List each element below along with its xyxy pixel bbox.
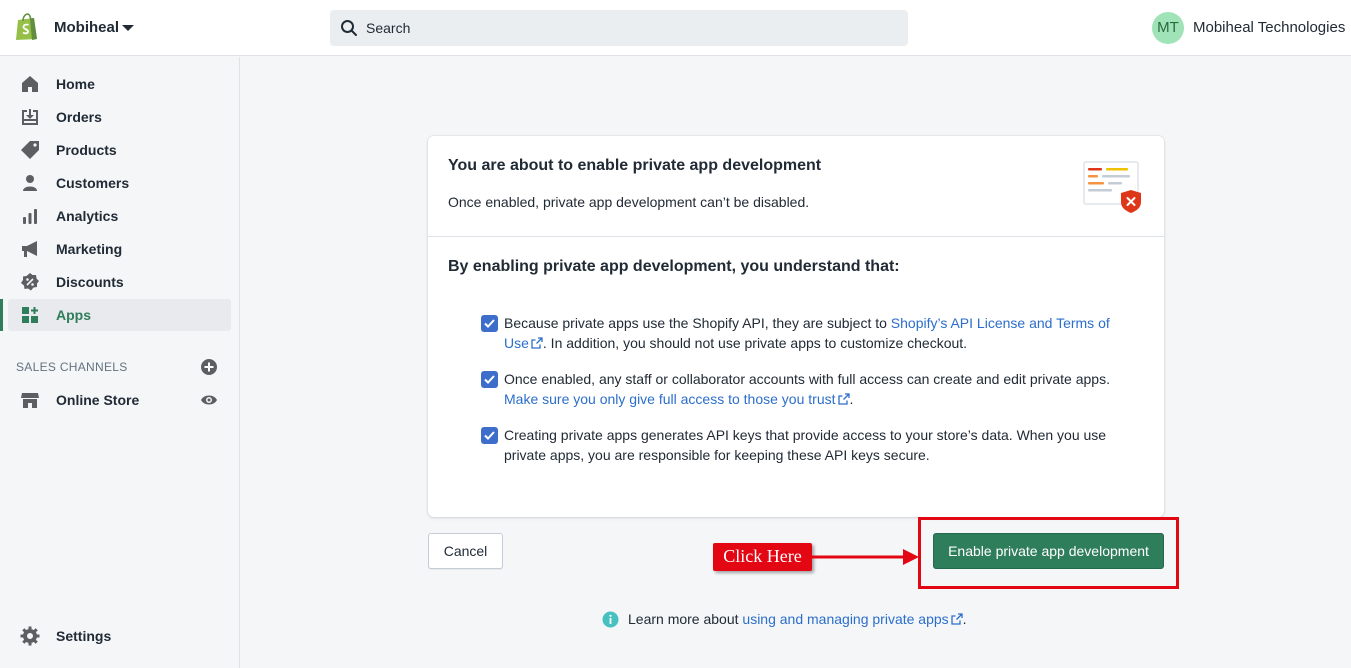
confirmation-card: You are about to enable private app deve… (428, 136, 1164, 517)
home-icon (22, 76, 38, 92)
sidebar-item-online-store[interactable]: Online Store (8, 384, 231, 416)
full-access-link[interactable]: Make sure you only give full access to t… (504, 391, 850, 407)
footer-text-after: . (962, 611, 967, 627)
sidebar-item-label: Products (56, 142, 117, 158)
checkmark-icon (484, 319, 495, 328)
search-icon (341, 20, 357, 36)
sidebar-item-label: Customers (56, 175, 130, 191)
checkbox-text: Creating private apps generates API keys… (504, 427, 1107, 463)
checkmark-icon (484, 431, 495, 440)
external-link-icon (837, 393, 850, 405)
sidebar-item-customers[interactable]: Customers (8, 167, 231, 199)
sidebar-item-home[interactable]: Home (8, 68, 231, 100)
sidebar-item-label: Analytics (56, 208, 119, 224)
checkbox-label: Creating private apps generates API keys… (504, 425, 1121, 465)
sidebar: Home Orders Products Customers Analytics… (0, 57, 240, 668)
private-apps-help-link-text[interactable]: using and managing private apps (742, 611, 948, 627)
sidebar-item-settings[interactable]: Settings (8, 620, 231, 652)
private-apps-help-link[interactable]: using and managing private apps (742, 611, 963, 627)
external-link-icon (951, 613, 963, 625)
person-icon (23, 175, 37, 191)
top-bar: Mobiheal Search MT Mobiheal Technologies (0, 0, 1351, 56)
sidebar-item-label: Marketing (56, 241, 123, 257)
checkbox-label: Because private apps use the Shopify API… (504, 313, 1121, 353)
sidebar-item-products[interactable]: Products (8, 134, 231, 166)
chevron-down-icon[interactable] (122, 25, 134, 31)
full-access-link-text[interactable]: Make sure you only give full access to t… (504, 391, 836, 407)
user-name[interactable]: Mobiheal Technologies (1193, 19, 1345, 36)
sidebar-item-label: Online Store (56, 392, 140, 408)
discount-icon (21, 273, 39, 291)
search-input[interactable]: Search (366, 20, 410, 36)
checkbox-text-after: . In addition, you should not use privat… (542, 335, 968, 351)
document-shield-icon (1083, 161, 1141, 213)
sidebar-item-label: Settings (56, 628, 112, 644)
avatar[interactable]: MT (1152, 12, 1184, 44)
bar-chart-icon (23, 209, 37, 224)
shopify-bag-icon[interactable] (14, 13, 40, 41)
footer-text: Learn more about (628, 611, 743, 627)
card-title: You are about to enable private app deve… (448, 157, 822, 174)
checkmark-icon (484, 375, 495, 384)
store-name[interactable]: Mobiheal (54, 19, 119, 36)
arrow-right-icon (811, 549, 919, 565)
info-icon (602, 611, 619, 628)
checkbox[interactable] (481, 371, 498, 388)
enable-private-app-development-button[interactable]: Enable private app development (933, 533, 1164, 569)
sidebar-item-apps[interactable]: Apps (0, 299, 231, 331)
external-link-icon (531, 337, 543, 349)
megaphone-icon (22, 241, 37, 257)
sidebar-item-label: Apps (56, 307, 91, 323)
sidebar-item-marketing[interactable]: Marketing (8, 233, 231, 265)
eye-icon[interactable] (200, 391, 218, 409)
sidebar-item-discounts[interactable]: Discounts (8, 266, 231, 298)
footer-text-wrap: Learn more about using and managing priv… (628, 611, 967, 627)
orders-icon (22, 109, 38, 125)
checkbox-label: Once enabled, any staff or collaborator … (504, 369, 1121, 409)
sidebar-item-orders[interactable]: Orders (8, 101, 231, 133)
section-heading: By enabling private app development, you… (448, 258, 900, 275)
sidebar-item-label: Discounts (56, 274, 124, 290)
sidebar-item-label: Orders (56, 109, 102, 125)
checkbox[interactable] (481, 315, 498, 332)
annotation-label: Click Here (713, 543, 812, 571)
checkbox-text: Once enabled, any staff or collaborator … (504, 371, 1110, 387)
gear-icon (20, 626, 40, 646)
checkbox-text: Because private apps use the Shopify API… (504, 315, 891, 331)
card-subtitle: Once enabled, private app development ca… (448, 194, 810, 210)
sidebar-item-label: Home (56, 76, 95, 92)
tag-icon (21, 141, 39, 159)
search-bar[interactable]: Search (330, 10, 908, 46)
sales-channels-heading: SALES CHANNELS (16, 360, 128, 374)
sidebar-item-analytics[interactable]: Analytics (8, 200, 231, 232)
store-icon (21, 393, 39, 408)
card-header: You are about to enable private app deve… (428, 136, 1164, 237)
add-circle-icon[interactable] (200, 358, 218, 376)
cancel-button[interactable]: Cancel (428, 533, 503, 569)
apps-icon (22, 307, 38, 323)
checkbox-text-after: . (849, 391, 854, 407)
checkbox[interactable] (481, 427, 498, 444)
